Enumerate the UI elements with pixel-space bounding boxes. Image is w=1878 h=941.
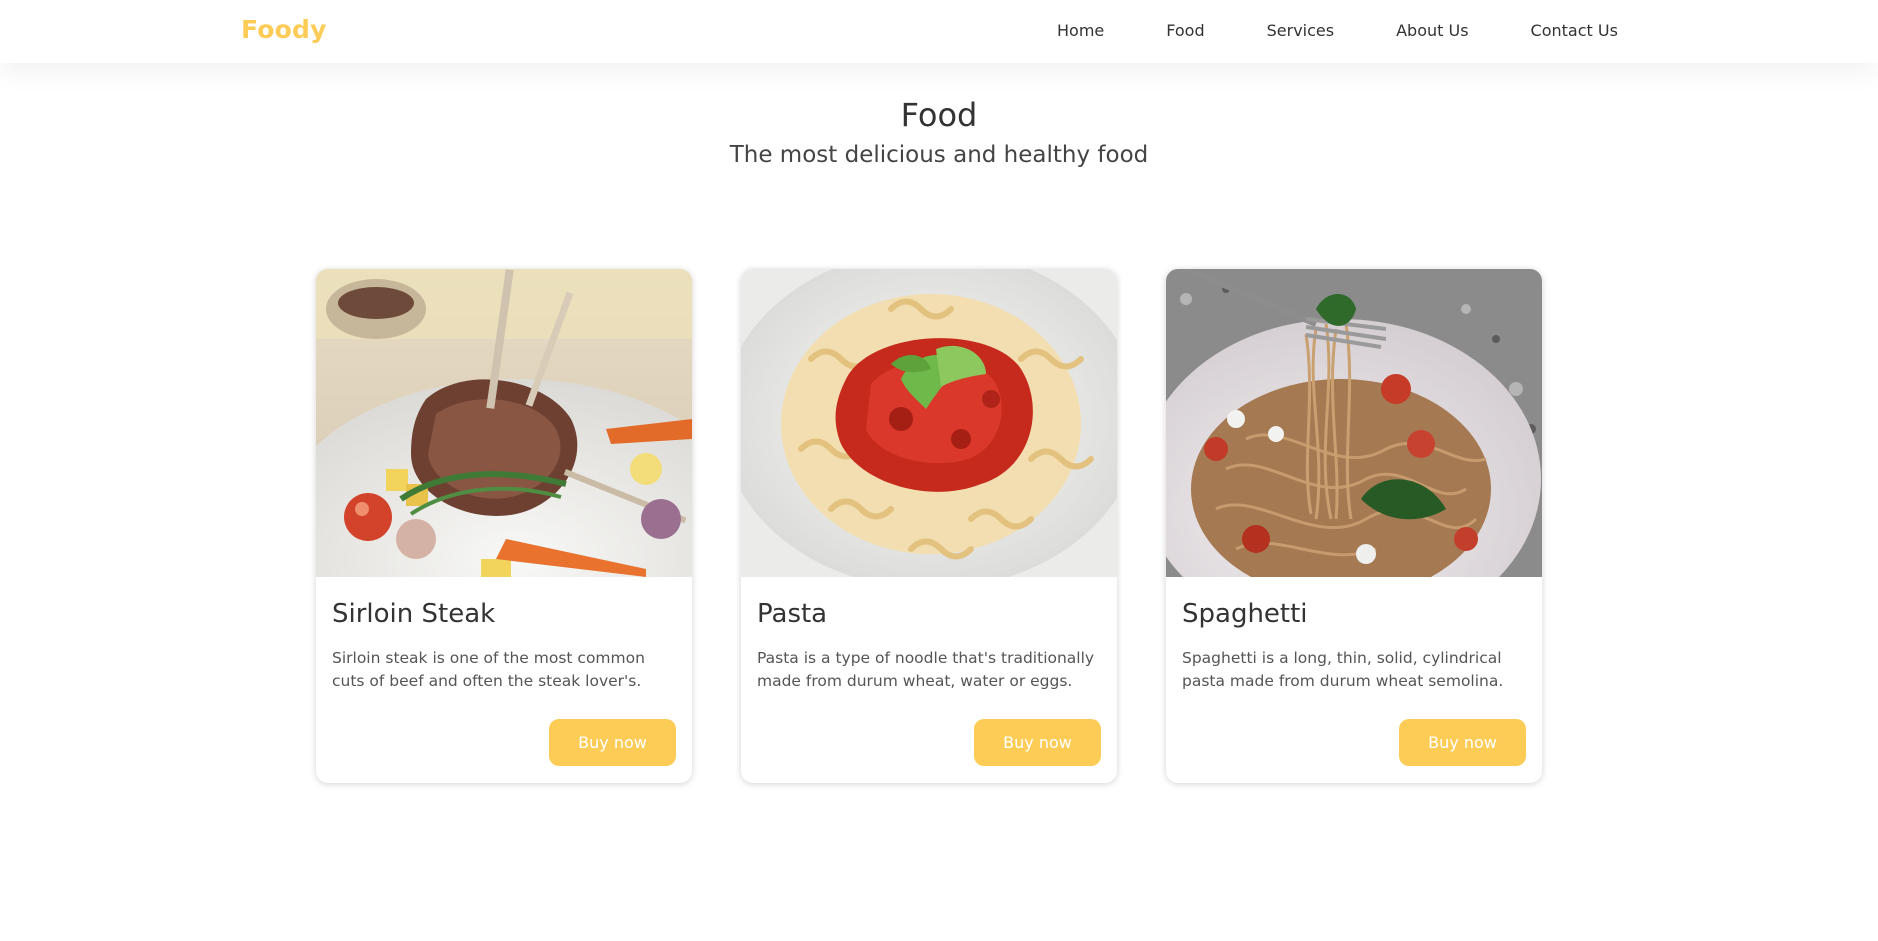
card-description: Pasta is a type of noodle that's traditi… bbox=[757, 649, 1095, 690]
card-title: Spaghetti bbox=[1182, 599, 1308, 629]
buy-now-button[interactable]: Buy now bbox=[1399, 719, 1526, 766]
navbar: Foody Home Food Services About Us Contac… bbox=[0, 0, 1878, 63]
nav-services[interactable]: Services bbox=[1267, 21, 1334, 40]
nav-about-us[interactable]: About Us bbox=[1396, 21, 1468, 40]
nav-contact-us[interactable]: Contact Us bbox=[1531, 21, 1618, 40]
nav-food[interactable]: Food bbox=[1166, 21, 1204, 40]
card-image-pasta bbox=[741, 269, 1117, 577]
card-image-steak bbox=[316, 269, 692, 577]
section-subtitle: The most delicious and healthy food bbox=[729, 142, 1149, 168]
card-description: Spaghetti is a long, thin, solid, cylind… bbox=[1182, 649, 1504, 690]
card-title: Pasta bbox=[757, 599, 828, 629]
card-title: Sirloin Steak bbox=[332, 599, 496, 629]
nav-links: Home Food Services About Us Contact Us bbox=[1057, 21, 1618, 40]
nav-home[interactable]: Home bbox=[1057, 21, 1104, 40]
card-image-spaghetti bbox=[1166, 269, 1542, 577]
section-title: Food bbox=[900, 96, 978, 134]
food-card-spaghetti: Spaghetti Spaghetti is a long, thin, sol… bbox=[1166, 269, 1542, 783]
food-card-sirloin-steak: Sirloin Steak Sirloin steak is one of th… bbox=[316, 269, 692, 783]
food-card-pasta: Pasta Pasta is a type of noodle that's t… bbox=[741, 269, 1117, 783]
card-description: Sirloin steak is one of the most common … bbox=[332, 649, 645, 690]
buy-now-button[interactable]: Buy now bbox=[974, 719, 1101, 766]
buy-now-button[interactable]: Buy now bbox=[549, 719, 676, 766]
logo[interactable]: Foody bbox=[241, 15, 327, 44]
